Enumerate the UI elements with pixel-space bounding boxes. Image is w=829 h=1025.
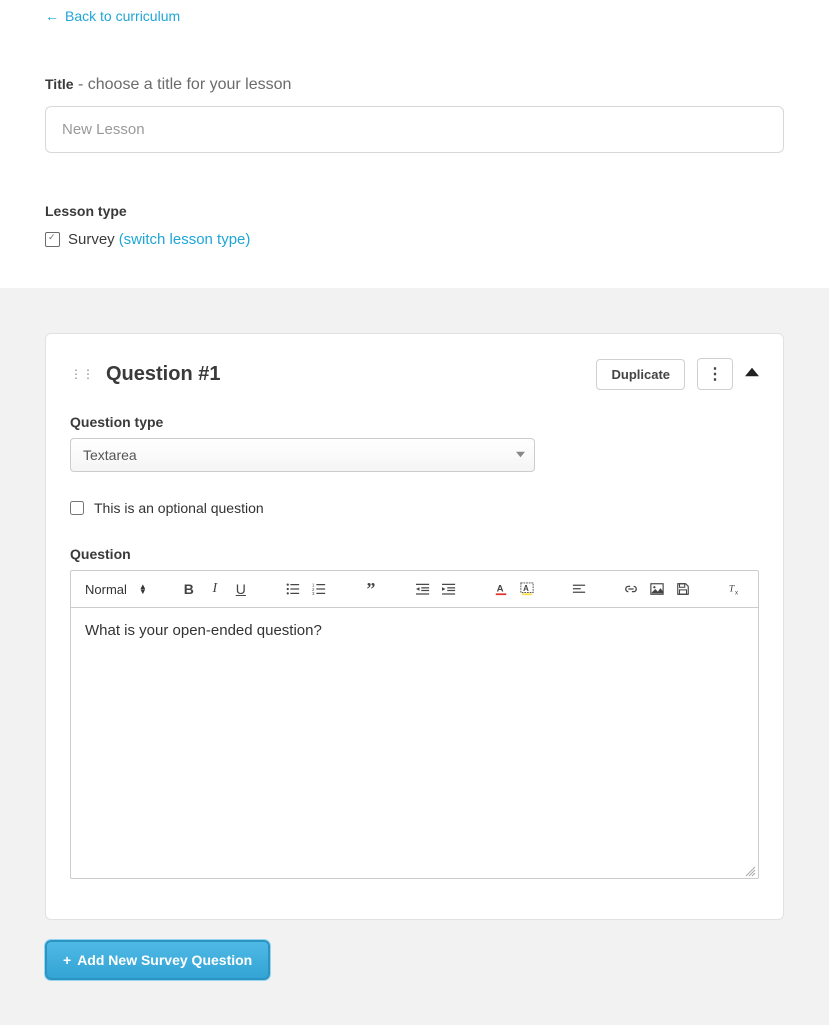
lesson-type-label: Lesson type	[45, 203, 784, 219]
save-button[interactable]	[673, 579, 693, 599]
bold-button[interactable]: B	[179, 579, 199, 599]
questions-section: ⋮⋮ Question #1 Duplicate ⋮ Question type…	[0, 288, 829, 1025]
question-title: Question #1	[106, 363, 596, 386]
image-button[interactable]	[647, 579, 667, 599]
more-options-button[interactable]: ⋮	[697, 358, 733, 390]
svg-text:A: A	[496, 584, 503, 595]
svg-text:x: x	[735, 589, 738, 596]
image-icon	[650, 582, 664, 596]
underline-button[interactable]: U	[231, 579, 251, 599]
question-type-select[interactable]: Textarea	[70, 438, 535, 472]
italic-button[interactable]: I	[205, 579, 225, 599]
optional-question-row: This is an optional question	[70, 500, 759, 516]
optional-checkbox[interactable]	[70, 501, 84, 515]
bullet-list-button[interactable]	[283, 579, 303, 599]
lesson-type-value-row: Survey (switch lesson type)	[45, 231, 784, 248]
editor-toolbar: Normal ▲▼ B I U	[71, 571, 758, 608]
outdent-icon	[416, 582, 430, 596]
clear-format-icon: Tx	[728, 582, 742, 596]
link-button[interactable]	[621, 579, 641, 599]
question-header: ⋮⋮ Question #1 Duplicate ⋮	[70, 358, 759, 390]
top-section: ← Back to curriculum Title - choose a ti…	[0, 0, 829, 288]
switch-lesson-type-link[interactable]: (switch lesson type)	[119, 231, 251, 248]
question-type-select-wrap: Textarea	[70, 438, 535, 472]
svg-text:A: A	[523, 584, 529, 593]
editor-text: What is your open-ended question?	[85, 622, 322, 639]
question-card: ⋮⋮ Question #1 Duplicate ⋮ Question type…	[45, 333, 784, 920]
link-icon	[624, 582, 638, 596]
drag-handle-icon[interactable]: ⋮⋮	[70, 372, 94, 376]
svg-text:T: T	[729, 584, 735, 595]
title-label: Title	[45, 76, 74, 92]
duplicate-button[interactable]: Duplicate	[596, 359, 685, 390]
title-hint: - choose a title for your lesson	[74, 76, 292, 93]
survey-icon	[45, 232, 60, 247]
add-button-label: Add New Survey Question	[77, 952, 252, 968]
optional-checkbox-label: This is an optional question	[94, 500, 264, 516]
blockquote-button[interactable]: ”	[361, 579, 381, 599]
question-type-label: Question type	[70, 414, 759, 430]
align-button[interactable]	[569, 579, 589, 599]
collapse-toggle[interactable]	[745, 365, 759, 384]
clear-format-button[interactable]: Tx	[725, 579, 745, 599]
question-content-section: Question Normal ▲▼ B I U	[70, 546, 759, 879]
add-survey-question-button[interactable]: + Add New Survey Question	[45, 940, 270, 980]
highlight-button[interactable]: A	[517, 579, 537, 599]
text-color-icon: A	[494, 582, 508, 596]
format-dropdown[interactable]: Normal ▲▼	[85, 582, 147, 597]
ordered-list-button[interactable]: 123	[309, 579, 329, 599]
text-color-button[interactable]: A	[491, 579, 511, 599]
back-to-curriculum-link[interactable]: ← Back to curriculum	[45, 8, 180, 24]
question-content-label: Question	[70, 546, 759, 562]
sort-icon: ▲▼	[139, 584, 147, 594]
ordered-list-icon: 123	[312, 582, 326, 596]
highlight-icon: A	[520, 582, 534, 596]
question-body: Question type Textarea This is an option…	[70, 414, 759, 879]
resize-handle[interactable]	[744, 864, 756, 876]
format-label: Normal	[85, 582, 127, 597]
save-icon	[676, 582, 690, 596]
chevron-up-icon	[745, 365, 759, 379]
lesson-type-field: Lesson type Survey (switch lesson type)	[45, 203, 784, 248]
rich-text-editor: Normal ▲▼ B I U	[70, 570, 759, 879]
question-actions: Duplicate ⋮	[596, 358, 759, 390]
align-left-icon	[572, 582, 586, 596]
lesson-type-value: Survey	[68, 231, 115, 248]
editor-content[interactable]: What is your open-ended question?	[71, 608, 758, 878]
back-link-label: Back to curriculum	[65, 8, 180, 24]
outdent-button[interactable]	[413, 579, 433, 599]
svg-text:3: 3	[312, 591, 315, 596]
title-field: Title - choose a title for your lesson	[45, 76, 784, 153]
indent-button[interactable]	[439, 579, 459, 599]
more-vertical-icon: ⋮	[707, 364, 723, 384]
plus-icon: +	[63, 952, 71, 968]
indent-icon	[442, 582, 456, 596]
bullet-list-icon	[286, 582, 300, 596]
title-input[interactable]	[45, 106, 784, 153]
arrow-left-icon: ←	[45, 8, 59, 24]
